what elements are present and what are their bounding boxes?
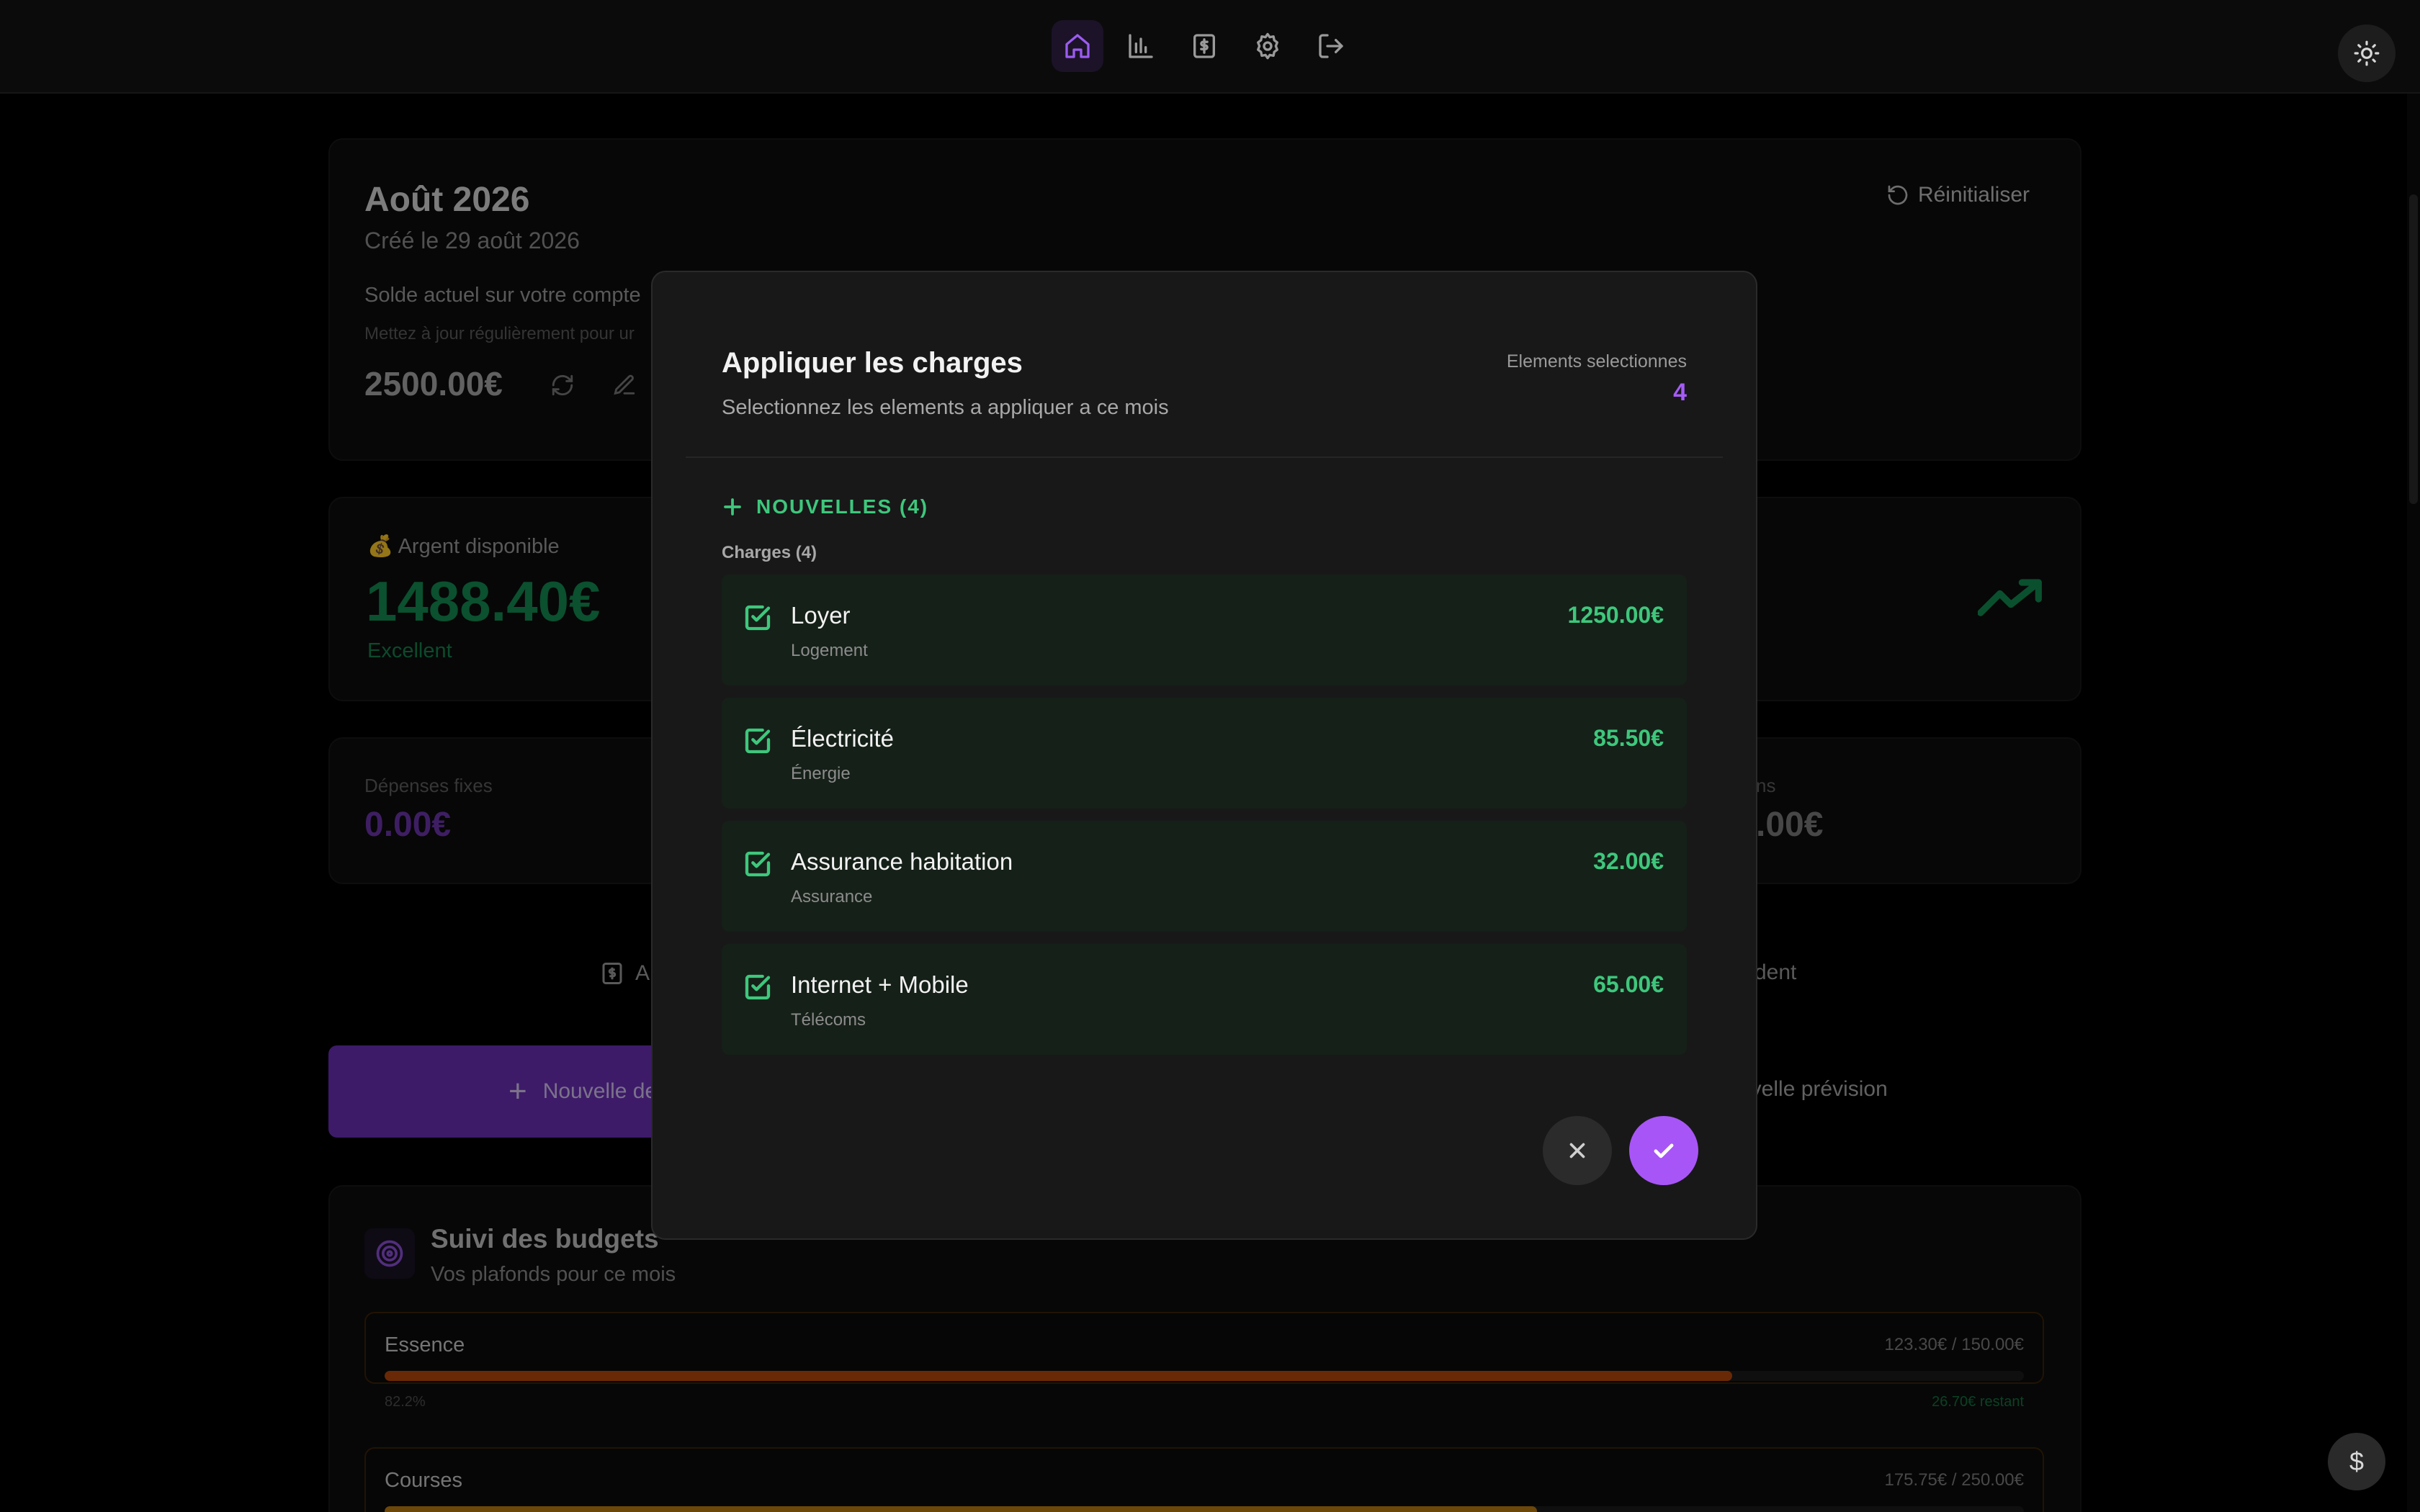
gear-icon bbox=[1257, 32, 1278, 60]
charge-amount: 65.00€ bbox=[1593, 971, 1664, 997]
charge-amount: 85.50€ bbox=[1593, 725, 1664, 751]
selected-count-label: Elements selectionnes bbox=[1506, 351, 1687, 372]
charge-category: Énergie bbox=[791, 764, 851, 783]
charge-category: Télécoms bbox=[791, 1010, 866, 1030]
confirm-button[interactable] bbox=[1629, 1116, 1698, 1185]
close-icon bbox=[1569, 1143, 1585, 1158]
selected-count: 4 bbox=[1673, 379, 1687, 406]
dialog-divider bbox=[686, 456, 1723, 458]
charge-name: Électricité bbox=[791, 725, 895, 752]
charge-category: Assurance bbox=[791, 887, 873, 906]
logout-icon bbox=[1319, 34, 1343, 58]
dialog-subtitle: Selectionnez les elements a appliquer a … bbox=[722, 396, 1169, 419]
charge-name: Internet + Mobile bbox=[791, 971, 969, 998]
dialog-title: Appliquer les charges bbox=[722, 347, 1023, 379]
apply-charges-dialog: Appliquer les charges Selectionnez les e… bbox=[651, 271, 1757, 1240]
nav-home-button[interactable] bbox=[1052, 20, 1103, 72]
charge-item[interactable]: Loyer Logement 1250.00€ bbox=[722, 575, 1687, 685]
checkbox-checked-icon[interactable] bbox=[743, 726, 772, 755]
home-icon bbox=[1065, 34, 1090, 58]
charge-item[interactable]: Internet + Mobile Télécoms 65.00€ bbox=[722, 944, 1687, 1055]
nav-settings-button[interactable] bbox=[1242, 20, 1294, 72]
check-icon bbox=[1654, 1143, 1674, 1158]
cancel-button[interactable] bbox=[1543, 1116, 1612, 1185]
charge-item[interactable]: Électricité Énergie 85.50€ bbox=[722, 698, 1687, 809]
section-new-header[interactable]: NOUVELLES (4) bbox=[722, 495, 928, 518]
charge-name: Loyer bbox=[791, 602, 851, 629]
checkbox-checked-icon[interactable] bbox=[743, 850, 772, 878]
top-navigation bbox=[0, 0, 2420, 94]
bar-chart-icon bbox=[1129, 34, 1153, 58]
section-new-label: NOUVELLES (4) bbox=[756, 495, 929, 518]
charge-item[interactable]: Assurance habitation Assurance 32.00€ bbox=[722, 821, 1687, 932]
charges-group-label: Charges (4) bbox=[722, 543, 817, 562]
nav-budget-button[interactable] bbox=[1178, 20, 1230, 72]
charge-amount: 1250.00€ bbox=[1567, 602, 1664, 628]
checkbox-checked-icon[interactable] bbox=[743, 973, 772, 1002]
charge-name: Assurance habitation bbox=[791, 848, 1013, 875]
dollar-icon: $ bbox=[2349, 1446, 2365, 1476]
dollar-fab-button[interactable]: $ bbox=[2328, 1433, 2385, 1490]
nav-stats-button[interactable] bbox=[1115, 20, 1167, 72]
nav-logout-button[interactable] bbox=[1305, 20, 1357, 72]
theme-toggle-button[interactable] bbox=[2338, 24, 2396, 82]
sun-icon bbox=[2354, 40, 2380, 66]
charge-category: Logement bbox=[791, 641, 868, 660]
charge-amount: 32.00€ bbox=[1593, 848, 1664, 874]
dollar-receipt-icon bbox=[1193, 34, 1215, 58]
plus-icon bbox=[724, 498, 741, 516]
checkbox-checked-icon[interactable] bbox=[743, 603, 772, 632]
